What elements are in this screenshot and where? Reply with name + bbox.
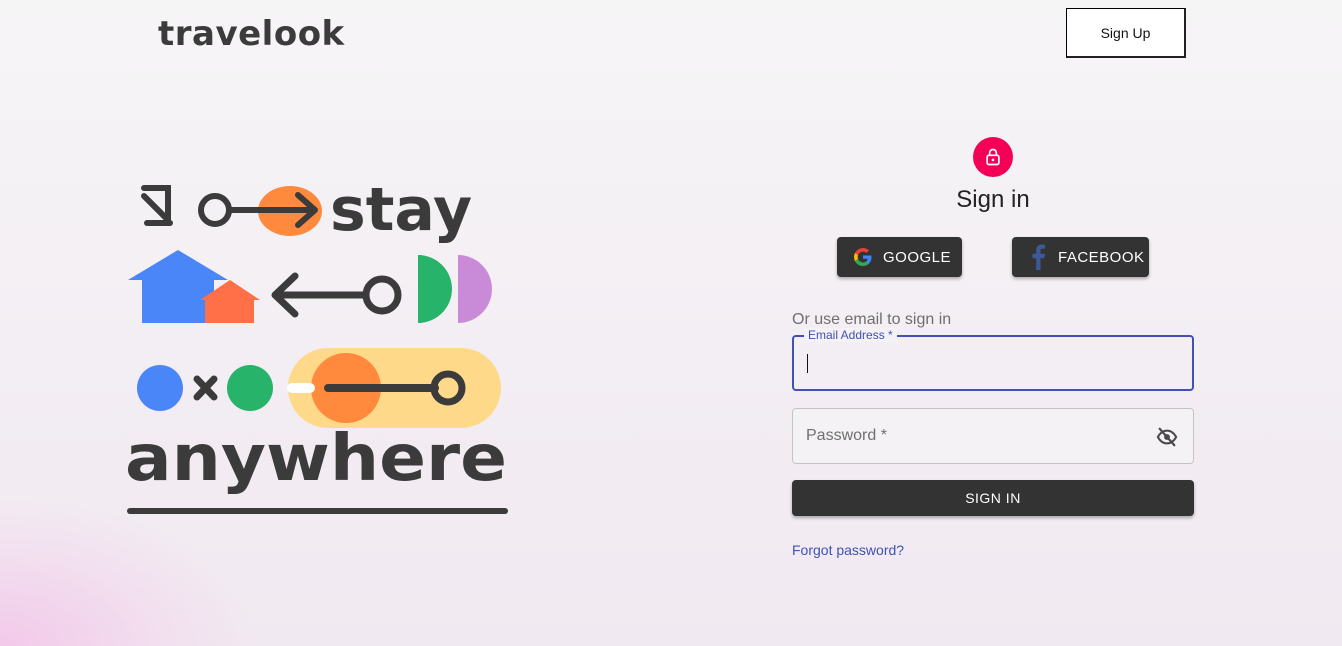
password-label: Password * [806, 427, 887, 444]
arrow-down-right-icon [141, 185, 173, 226]
facebook-icon [1026, 244, 1050, 270]
facebook-signin-button[interactable]: FACEBOOK [1012, 237, 1149, 277]
signup-button[interactable]: Sign Up [1066, 8, 1186, 58]
email-label: Email Address * [804, 328, 897, 342]
green-dot [227, 365, 273, 411]
travelook-logo[interactable]: travelook [158, 14, 345, 54]
ring-shape [198, 193, 232, 227]
stay-anywhere-illustration: stay anywhere [125, 175, 508, 514]
text-cursor [807, 354, 808, 373]
eye-off-icon[interactable] [1155, 426, 1179, 448]
stay-text: stay [330, 175, 472, 245]
signin-title: Sign in [956, 186, 1030, 213]
facebook-label: FACEBOOK [1058, 248, 1145, 266]
lock-icon [986, 148, 1000, 166]
multiply-icon [193, 375, 218, 401]
anywhere-text: anywhere [125, 422, 507, 496]
green-half-circle [418, 255, 452, 323]
google-signin-button[interactable]: GOOGLE [837, 237, 962, 277]
purple-half-circle [458, 255, 492, 323]
signin-button[interactable]: SIGN IN [792, 480, 1194, 516]
forgot-password-link[interactable]: Forgot password? [792, 542, 904, 558]
google-label: GOOGLE [883, 248, 952, 266]
arrow-left-shape [271, 272, 402, 318]
blue-dot [137, 365, 183, 411]
logo-text: travelook [158, 14, 345, 54]
email-field[interactable]: Email Address * [792, 328, 1194, 391]
google-icon [851, 245, 875, 269]
email-divider-text: Or use email to sign in [792, 311, 952, 328]
password-field[interactable]: Password * [792, 408, 1194, 464]
lock-badge [973, 137, 1013, 177]
